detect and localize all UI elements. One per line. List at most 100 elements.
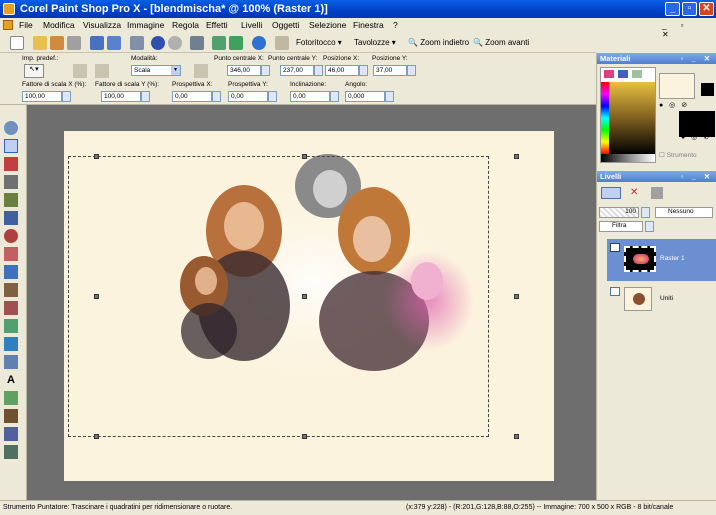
tavolozze-menu[interactable]: Tavolozze ▾ (354, 38, 396, 47)
dodge-tool-icon[interactable] (4, 283, 18, 297)
undo-icon[interactable] (151, 36, 165, 50)
save-icon[interactable] (90, 36, 104, 50)
print-icon[interactable] (130, 36, 144, 50)
tab-swatch-icon[interactable] (632, 70, 642, 78)
reset-icon[interactable] (73, 64, 87, 78)
scan-icon[interactable] (67, 36, 81, 50)
zoom-tool-icon[interactable] (4, 121, 18, 135)
save-as-icon[interactable] (107, 36, 121, 50)
clone-tool-icon[interactable] (4, 247, 18, 261)
menu-livelli[interactable]: Livelli (241, 20, 262, 30)
opacity-field[interactable]: 100 (599, 207, 639, 218)
pen-tool-icon[interactable] (4, 409, 18, 423)
filter-field[interactable]: Filtra (599, 221, 643, 232)
shape-tool-icon[interactable] (4, 391, 18, 405)
bg-style-icons[interactable]: ● ◎ ⊘ (681, 133, 711, 141)
inclinazione-spin[interactable] (330, 91, 339, 102)
new-layer-icon[interactable] (601, 187, 621, 199)
menu-immagine[interactable]: Immagine (127, 20, 164, 30)
handle-middle-left[interactable] (94, 294, 99, 299)
edit-icon[interactable] (190, 36, 204, 50)
move-tool-icon[interactable] (4, 211, 18, 225)
strumento-checkbox[interactable]: ☐ Strumento (659, 151, 697, 159)
fg-style-icons[interactable]: ● ◎ ⊘ (659, 101, 689, 109)
smudge-tool-icon[interactable] (4, 355, 18, 369)
modalita-select[interactable]: Scala ▾ (131, 65, 181, 76)
prospettiva-x-field[interactable]: 0,00 (172, 91, 212, 102)
redo-icon[interactable] (168, 36, 182, 50)
picture-tube-icon[interactable] (4, 337, 18, 351)
handle-bottom-left[interactable] (94, 434, 99, 439)
menu-finestra[interactable]: Finestra (353, 20, 384, 30)
color-square[interactable] (609, 82, 655, 154)
punto-centrale-y-field[interactable]: 237,00 (280, 65, 314, 76)
fg-texture-swatch[interactable] (701, 83, 714, 96)
image-icon[interactable] (229, 36, 243, 50)
transform-selection[interactable] (68, 156, 489, 437)
crop-tool-icon[interactable] (4, 193, 18, 207)
warp-tool-icon[interactable] (4, 427, 18, 441)
fotoritocco-menu[interactable]: Fotoritocco ▾ (296, 38, 342, 47)
fill-tool-icon[interactable] (4, 319, 18, 333)
inclinazione-field[interactable]: 0,00 (290, 91, 330, 102)
blend-mode-select[interactable]: Nessuno (655, 207, 713, 218)
foreground-swatch[interactable] (659, 73, 695, 99)
handle-top-center[interactable] (302, 154, 307, 159)
tab-frame-icon[interactable] (604, 70, 614, 78)
object-tool-icon[interactable] (4, 445, 18, 459)
prospettiva-x-spin[interactable] (212, 91, 221, 102)
dropper-tool-icon[interactable] (4, 175, 18, 189)
menu-selezione[interactable]: Selezione (309, 20, 346, 30)
doc-icon[interactable] (3, 20, 13, 30)
layer-visibility-icon[interactable] (610, 243, 620, 252)
lasso-tool-icon[interactable] (4, 157, 18, 171)
fattore-y-spin[interactable] (141, 91, 150, 102)
angolo-spin[interactable] (385, 91, 394, 102)
prospettiva-y-spin[interactable] (268, 91, 277, 102)
menu-oggetti[interactable]: Oggetti (272, 20, 299, 30)
handle-top-left[interactable] (94, 154, 99, 159)
menu-visualizza[interactable]: Visualizza (83, 20, 121, 30)
doc-window-controls[interactable]: _ ▫ ✕ (662, 21, 710, 39)
prospettiva-y-field[interactable]: 0,00 (228, 91, 268, 102)
mask-icon[interactable] (651, 187, 663, 199)
redeye-tool-icon[interactable] (4, 229, 18, 243)
materiali-panel-header[interactable]: Materiali ▫ _ ✕ (597, 53, 716, 64)
center-icon[interactable] (194, 64, 208, 78)
layer-row[interactable]: Uniti (607, 283, 716, 315)
handle-middle-right[interactable] (514, 294, 519, 299)
open-icon[interactable] (33, 36, 47, 50)
eraser-tool-icon[interactable] (4, 301, 18, 315)
menu-help[interactable]: ? (393, 20, 398, 30)
livelli-controls[interactable]: ▫ _ ✕ (681, 171, 713, 182)
punto-centrale-x-field[interactable]: 346,00 (227, 65, 261, 76)
grayscale-bar[interactable] (601, 154, 655, 162)
opacity-spin[interactable] (641, 207, 650, 218)
handle-top-right[interactable] (514, 154, 519, 159)
minimize-button[interactable]: _ (665, 2, 680, 16)
new-icon[interactable] (10, 36, 24, 50)
handle-bottom-right[interactable] (514, 434, 519, 439)
close-button[interactable]: ✕ (699, 2, 714, 16)
learning-icon[interactable] (275, 36, 289, 50)
delete-layer-icon[interactable]: ✕ (630, 187, 642, 199)
posizione-x-field[interactable]: 46,00 (325, 65, 359, 76)
zoom-out-button[interactable]: 🔍 Zoom indietro (408, 38, 469, 47)
posizione-y-field[interactable]: 37,00 (373, 65, 407, 76)
layer-row[interactable]: Raster 1 (607, 239, 716, 281)
livelli-panel-header[interactable]: Livelli ▫ _ ✕ (597, 171, 716, 182)
screen-icon[interactable] (212, 36, 226, 50)
maximize-button[interactable]: ▫ (682, 2, 697, 16)
posizione-y-spin[interactable] (407, 65, 416, 76)
punto-centrale-y-spin[interactable] (314, 65, 323, 76)
fattore-x-spin[interactable] (62, 91, 71, 102)
pointer-tool-icon[interactable] (4, 139, 18, 153)
tab-rainbow-icon[interactable] (618, 70, 628, 78)
filter-spin[interactable] (645, 221, 654, 232)
menu-file[interactable]: File (19, 20, 33, 30)
menu-regola[interactable]: Regola (172, 20, 199, 30)
posizione-x-spin[interactable] (359, 65, 368, 76)
menu-effetti[interactable]: Effetti (206, 20, 228, 30)
materiali-controls[interactable]: ▫ _ ✕ (681, 53, 713, 64)
hue-bar[interactable] (601, 82, 609, 154)
